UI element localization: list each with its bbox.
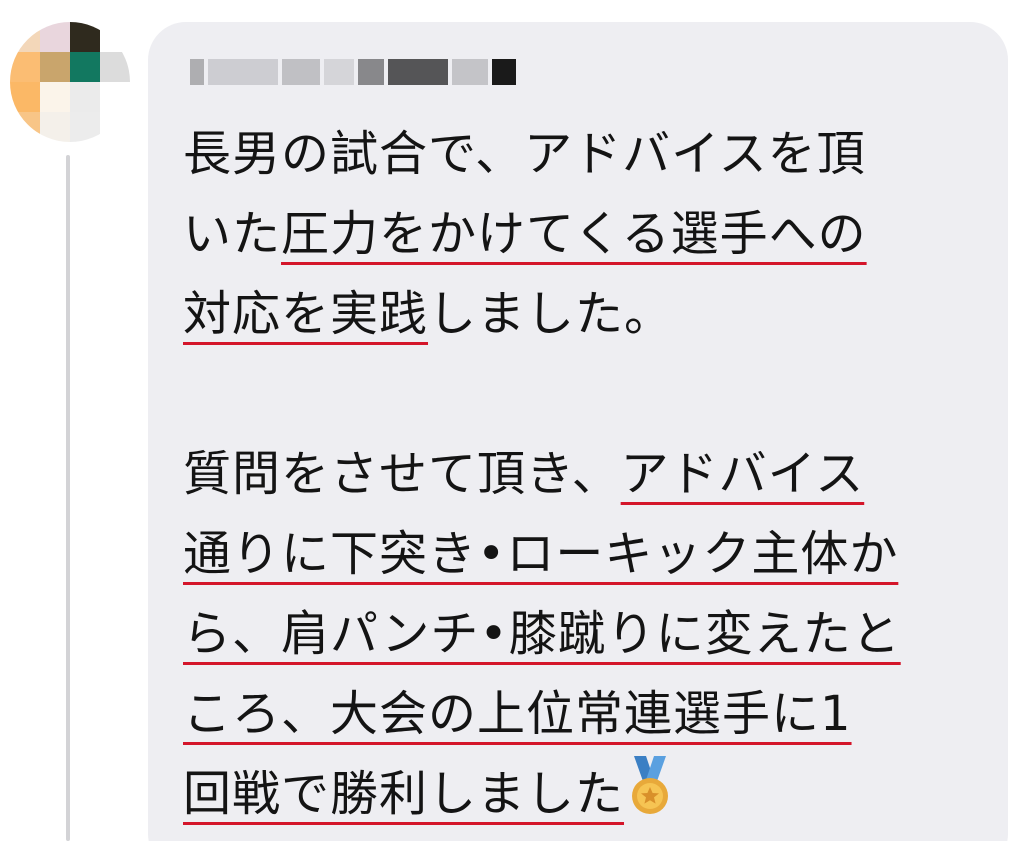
text-underlined: 対応を実践: [183, 286, 429, 342]
comment-line: 対応を実践しました。: [183, 274, 983, 354]
thread-line: [66, 155, 70, 841]
comment-line: 回戦で勝利しました: [183, 754, 983, 834]
comment-line: 質問をさせて頂き、アドバイス: [183, 434, 983, 514]
comment-line: ら、肩パンチ•膝蹴りに変えたと: [183, 594, 983, 674]
comment-line: 通りに下突き•ローキック主体か: [183, 514, 983, 594]
text-underlined: 圧力をかけてくる選手への: [281, 206, 867, 262]
text-underlined: 通りに下突き•ローキック主体か: [183, 526, 899, 582]
comment-thread: 長男の試合で、アドバイスを頂 いた圧力をかけてくる選手への 対応を実践しました。…: [0, 0, 1024, 841]
text-plain: いた: [183, 206, 282, 262]
comment-line: いた圧力をかけてくる選手への: [183, 194, 983, 274]
text-underlined: アドバイス: [620, 446, 865, 502]
comment-line: 長男の試合で、アドバイスを頂: [183, 114, 983, 194]
text-plain: 質問をさせて頂き、: [183, 446, 621, 502]
text-underlined: 回戦で勝利しました: [183, 766, 625, 822]
text-plain: しました。: [428, 286, 674, 342]
author-name-redacted[interactable]: [190, 55, 516, 89]
text-plain: 長男の試合で、アドバイスを頂: [183, 126, 866, 182]
comment-line: ころ、大会の上位常連選手に1: [183, 674, 983, 754]
text-underlined: ら、肩パンチ•膝蹴りに変えたと: [183, 606, 901, 662]
medal-icon: [628, 756, 672, 818]
avatar[interactable]: [10, 22, 130, 142]
text-underlined: ころ、大会の上位常連選手に1: [183, 686, 852, 742]
comment-text: 長男の試合で、アドバイスを頂 いた圧力をかけてくる選手への 対応を実践しました。…: [183, 114, 983, 834]
